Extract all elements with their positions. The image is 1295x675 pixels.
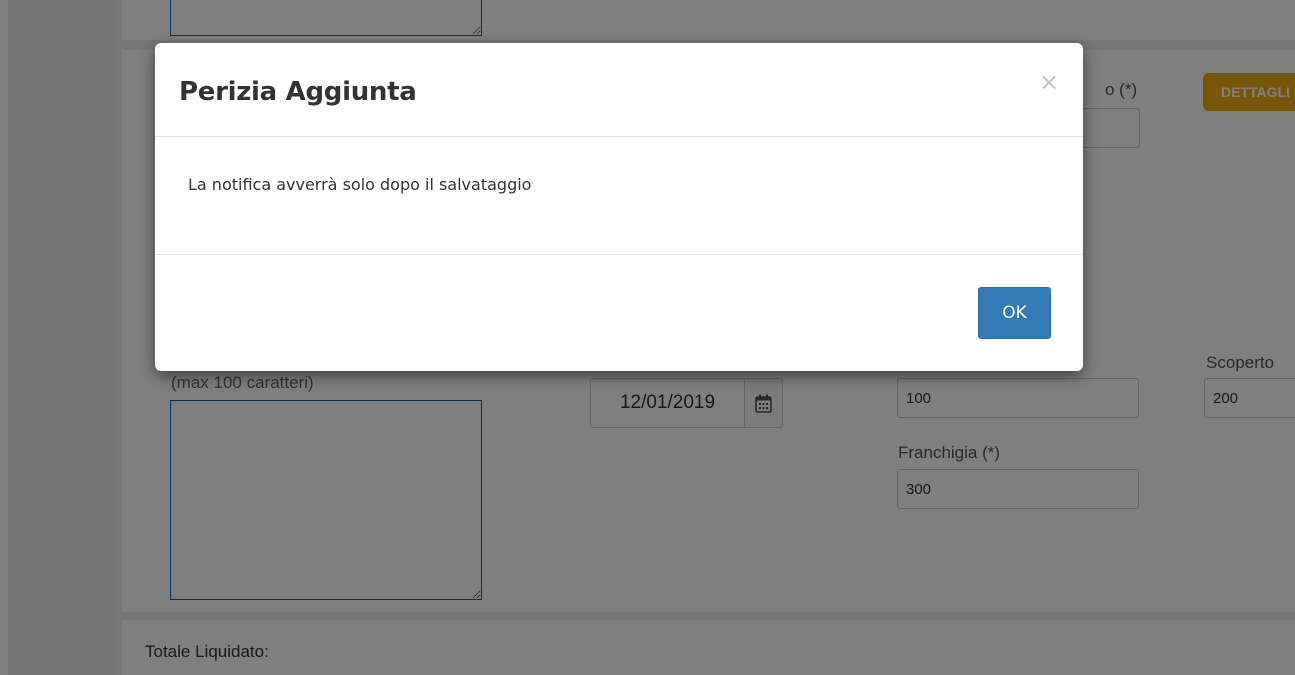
modal-message: La notifica avverrà solo dopo il salvata… bbox=[188, 175, 532, 194]
modal-footer: OK bbox=[155, 255, 1083, 371]
modal-body: La notifica avverrà solo dopo il salvata… bbox=[155, 137, 1083, 255]
close-icon[interactable]: × bbox=[1035, 68, 1063, 96]
ok-button[interactable]: OK bbox=[978, 287, 1051, 339]
modal-title: Perizia Aggiunta bbox=[179, 77, 417, 107]
modal-header: Perizia Aggiunta × bbox=[155, 43, 1083, 137]
modal-dialog: Perizia Aggiunta × La notifica avverrà s… bbox=[155, 43, 1083, 371]
